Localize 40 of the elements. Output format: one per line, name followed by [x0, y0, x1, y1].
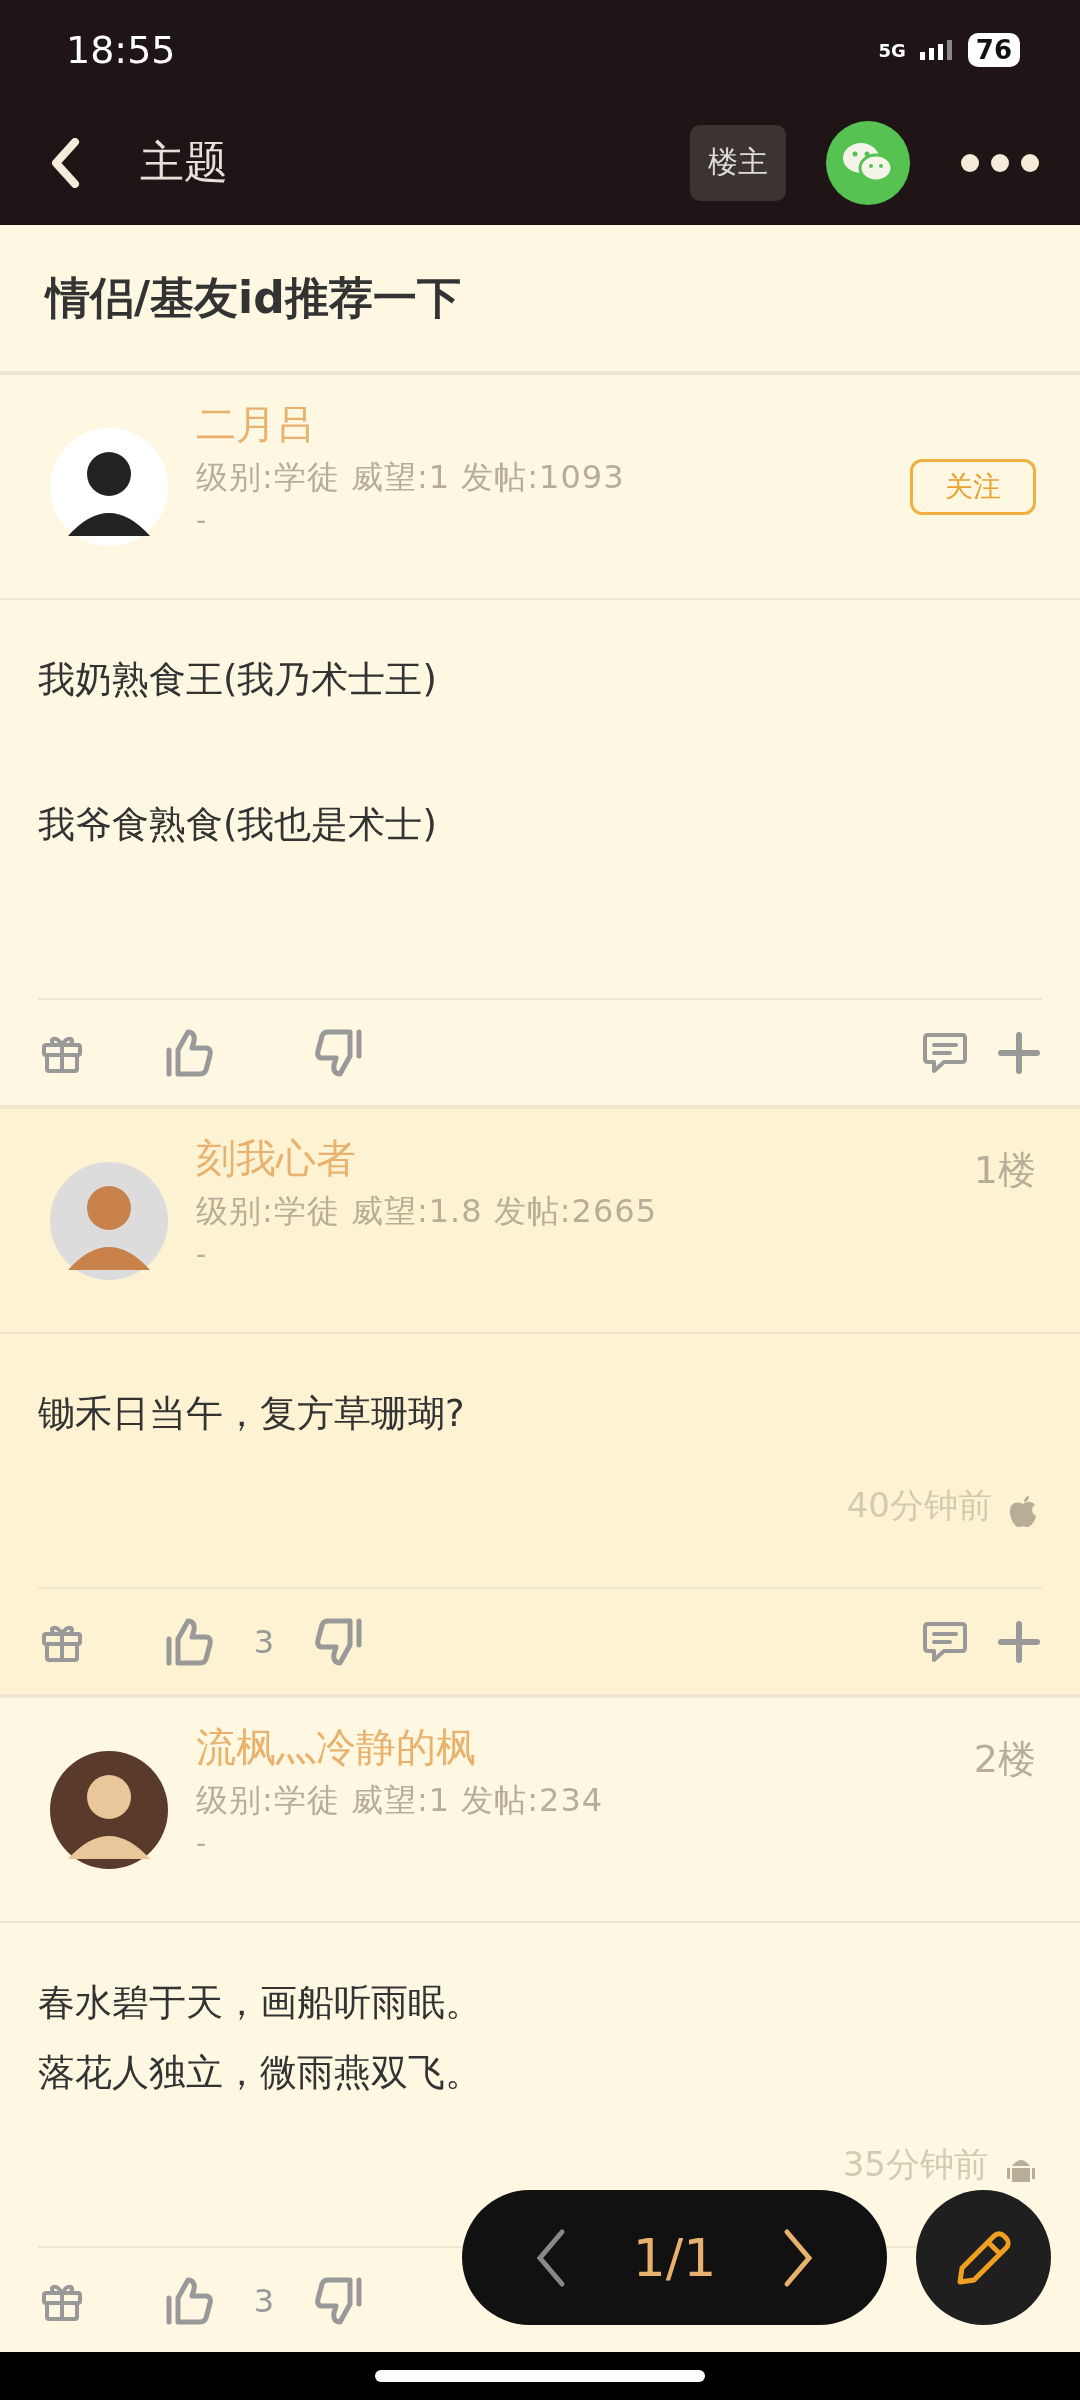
signal-icon [919, 40, 954, 60]
post-text: 我奶熟食王(我乃术士王) [38, 657, 437, 703]
like-count: 3 [252, 1622, 276, 1661]
plus-icon[interactable] [998, 1620, 1040, 1663]
network-label: 5G [878, 39, 906, 61]
status-time: 18:55 [66, 28, 176, 72]
author-name[interactable]: 流枫灬冷静的枫 [196, 1720, 946, 1775]
author-only-button[interactable]: 楼主 [690, 124, 786, 201]
like-count: 3 [252, 2281, 276, 2320]
page-title: 主题 [140, 135, 229, 189]
page-indicator[interactable]: 1/1 [632, 2227, 717, 2288]
thumbs-down-icon[interactable] [314, 1616, 364, 1667]
author-name[interactable]: 二月吕 [196, 397, 882, 452]
author-stats: 级别:学徒 威望:1 发帖:1093 [196, 457, 626, 498]
comment-icon[interactable] [922, 1030, 968, 1075]
floor-number: 1楼 [973, 1147, 1036, 1194]
thumbs-down-icon[interactable] [314, 1027, 364, 1078]
plus-icon[interactable] [998, 1031, 1040, 1074]
author-name[interactable]: 刻我心者 [196, 1131, 946, 1186]
floor-number: 2楼 [973, 1736, 1036, 1783]
signature: - [196, 504, 208, 537]
signature: - [196, 1827, 208, 1860]
battery-level: 76 [967, 33, 1020, 67]
thumbs-down-icon[interactable] [314, 2275, 364, 2326]
back-icon[interactable] [50, 137, 80, 188]
post-text: 锄禾日当午，复方草珊瑚? [38, 1391, 465, 1437]
author-stats: 级别:学徒 威望:1.8 发帖:2665 [196, 1191, 658, 1232]
post-text: 春水碧于天，画船听雨眠。 [38, 1980, 482, 2026]
more-icon[interactable] [960, 152, 1040, 173]
post-text: 落花人独立，微雨燕双飞。 [38, 2050, 482, 2096]
thumbs-up-icon[interactable] [164, 1616, 214, 1667]
thumbs-up-icon[interactable] [164, 1027, 214, 1078]
comment-icon[interactable] [922, 1619, 968, 1664]
follow-button[interactable]: 关注 [910, 458, 1036, 515]
avatar[interactable] [50, 427, 168, 546]
post-text: 我爷食熟食(我也是术士) [38, 802, 437, 848]
author-stats: 级别:学徒 威望:1 发帖:234 [196, 1780, 605, 1821]
signature: - [196, 1238, 208, 1271]
avatar[interactable] [50, 1750, 168, 1869]
thumbs-up-icon[interactable] [164, 2275, 214, 2326]
